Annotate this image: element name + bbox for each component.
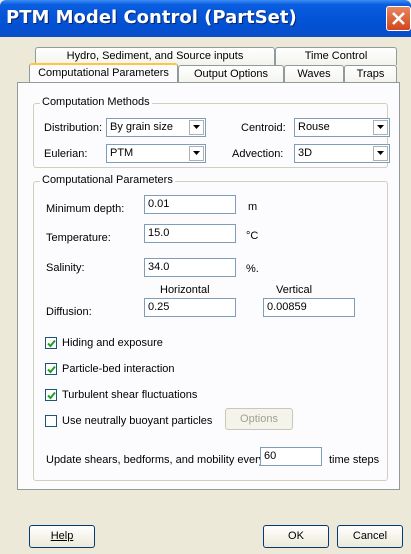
eulerian-label: Eulerian: bbox=[44, 148, 88, 160]
computational-parameters-legend: Computational Parameters bbox=[40, 174, 175, 186]
particle-bed-checkbox[interactable] bbox=[45, 363, 57, 375]
tab-panel: Computation Methods Distribution: By gra… bbox=[17, 82, 400, 490]
temperature-unit: °C bbox=[246, 230, 259, 242]
temperature-input[interactable]: 15.0 bbox=[144, 224, 236, 243]
vertical-diffusion-input[interactable]: 0.00859 bbox=[263, 298, 355, 317]
neutrally-buoyant-label: Use neutrally buoyant particles bbox=[62, 415, 213, 427]
tab-output-options[interactable]: Output Options bbox=[178, 65, 284, 83]
tab-time-control[interactable]: Time Control bbox=[275, 47, 397, 65]
salinity-input[interactable]: 34.0 bbox=[144, 258, 236, 277]
checkmark-icon bbox=[47, 339, 56, 348]
title-bar[interactable]: PTM Model Control (PartSet) bbox=[0, 0, 411, 37]
close-icon bbox=[392, 12, 405, 25]
centroid-value: Rouse bbox=[298, 121, 330, 133]
min-depth-input[interactable]: 0.01 bbox=[144, 195, 236, 214]
chevron-down-icon[interactable] bbox=[189, 146, 204, 161]
options-button[interactable]: Options bbox=[225, 408, 293, 430]
checkmark-icon bbox=[47, 365, 56, 374]
eulerian-value: PTM bbox=[110, 147, 134, 159]
cancel-button[interactable]: Cancel bbox=[337, 525, 403, 548]
window-title: PTM Model Control (PartSet) bbox=[6, 7, 297, 28]
close-button[interactable] bbox=[386, 6, 411, 31]
hiding-exposure-label: Hiding and exposure bbox=[62, 337, 163, 349]
neutrally-buoyant-checkbox[interactable] bbox=[45, 415, 57, 427]
vertical-label: Vertical bbox=[276, 284, 313, 296]
centroid-label: Centroid: bbox=[241, 122, 286, 134]
particle-bed-label: Particle-bed interaction bbox=[62, 363, 175, 375]
tab-waves[interactable]: Waves bbox=[284, 65, 344, 83]
update-suffix-label: time steps bbox=[329, 454, 380, 466]
turbulent-shear-checkbox[interactable] bbox=[45, 389, 57, 401]
chevron-down-icon[interactable] bbox=[189, 120, 204, 135]
distribution-value: By grain size bbox=[110, 121, 173, 133]
hiding-exposure-checkbox[interactable] bbox=[45, 337, 57, 349]
tab-traps[interactable]: Traps bbox=[344, 65, 397, 83]
update-interval-input[interactable]: 60 bbox=[260, 447, 322, 466]
salinity-label: Salinity: bbox=[46, 262, 85, 274]
diffusion-label: Diffusion: bbox=[46, 306, 92, 318]
advection-select[interactable]: 3D bbox=[294, 144, 390, 163]
min-depth-unit: m bbox=[248, 201, 258, 213]
salinity-unit: %. bbox=[246, 263, 259, 275]
distribution-select[interactable]: By grain size bbox=[106, 118, 206, 137]
turbulent-shear-label: Turbulent shear fluctuations bbox=[62, 389, 198, 401]
tab-computational-parameters[interactable]: Computational Parameters bbox=[29, 63, 178, 84]
update-prefix-label: Update shears, bedforms, and mobility ev… bbox=[46, 454, 265, 466]
dialog-window: PTM Model Control (PartSet) Hydro, Sedim… bbox=[0, 0, 411, 554]
advection-label: Advection: bbox=[232, 148, 284, 160]
help-button[interactable]: Help bbox=[29, 525, 95, 548]
eulerian-select[interactable]: PTM bbox=[106, 144, 206, 163]
checkmark-icon bbox=[47, 391, 56, 400]
chevron-down-icon[interactable] bbox=[373, 146, 388, 161]
ok-button[interactable]: OK bbox=[263, 525, 329, 548]
computation-methods-legend: Computation Methods bbox=[40, 96, 152, 108]
distribution-label: Distribution: bbox=[44, 122, 103, 134]
advection-value: 3D bbox=[298, 147, 313, 159]
help-button-label: Help bbox=[50, 530, 74, 542]
horizontal-diffusion-input[interactable]: 0.25 bbox=[144, 298, 236, 317]
temperature-label: Temperature: bbox=[46, 232, 111, 244]
centroid-select[interactable]: Rouse bbox=[294, 118, 390, 137]
min-depth-label: Minimum depth: bbox=[46, 203, 125, 215]
horizontal-label: Horizontal bbox=[160, 284, 210, 296]
chevron-down-icon[interactable] bbox=[373, 120, 388, 135]
